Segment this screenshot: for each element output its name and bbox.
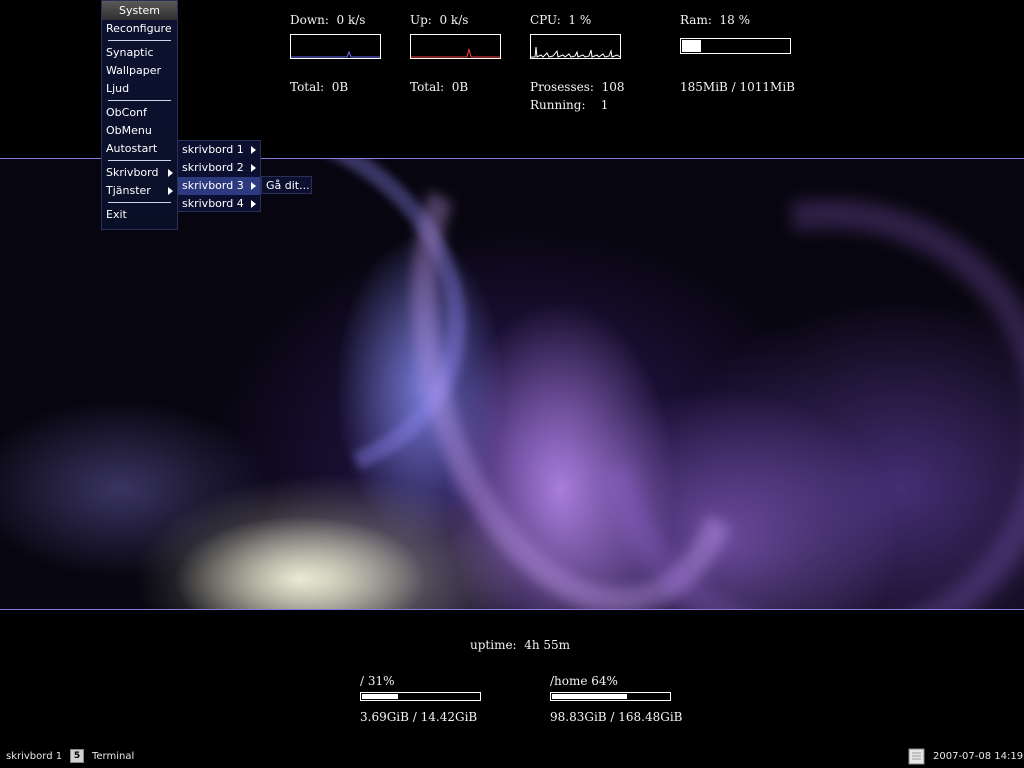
up-total: Total: 0B — [410, 80, 469, 94]
submenu-item-skrivbord-4[interactable]: skrivbord 4 — [178, 195, 260, 213]
bottom-panel: skrivbord 1 5 Terminal 2007-07-08 14:19 — [0, 744, 1024, 768]
menu-item-ljud[interactable]: Ljud — [102, 80, 177, 98]
disk-home-bar — [550, 692, 671, 701]
disk-home-label: /home 64% — [550, 674, 618, 688]
menu-item-skrivbord-label: Skrivbord — [106, 166, 159, 179]
goto-submenu[interactable]: Gå dit... — [261, 176, 312, 194]
disk-root-usage: 3.69GiB / 14.42GiB — [360, 710, 478, 724]
ram-bar — [680, 38, 791, 54]
submenu-arrow-icon — [168, 187, 173, 195]
terminal-icon[interactable]: 5 — [70, 749, 84, 763]
menu-title: System — [102, 1, 177, 20]
submenu-item-goto[interactable]: Gå dit... — [262, 177, 311, 195]
down-graph-line — [291, 50, 380, 58]
menu-item-wallpaper[interactable]: Wallpaper — [102, 62, 177, 80]
menu-item-obconf[interactable]: ObConf — [102, 104, 177, 122]
disk-root-bar — [360, 692, 481, 701]
cpu-label: CPU: 1 % — [530, 13, 592, 27]
menu-item-obmenu[interactable]: ObMenu — [102, 122, 177, 140]
submenu-item-label: skrivbord 1 — [182, 143, 244, 156]
menu-item-exit[interactable]: Exit — [102, 206, 177, 224]
disk-root-label: / 31% — [360, 674, 395, 688]
ram-label: Ram: 18 % — [680, 13, 751, 27]
submenu-arrow-icon — [251, 164, 256, 172]
submenu-item-skrivbord-2[interactable]: skrivbord 2 — [178, 159, 260, 177]
menu-item-autostart[interactable]: Autostart — [102, 140, 177, 158]
menu-item-tjanster-label: Tjänster — [106, 184, 151, 197]
system-menu[interactable]: System Reconfigure Synaptic Wallpaper Lj… — [101, 0, 178, 230]
down-total: Total: 0B — [290, 80, 349, 94]
submenu-item-skrivbord-3[interactable]: skrivbord 3 — [178, 177, 260, 195]
up-speed-label: Up: 0 k/s — [410, 13, 469, 27]
up-speed-graph — [410, 34, 501, 59]
menu-item-reconfigure[interactable]: Reconfigure — [102, 20, 177, 38]
submenu-item-label: skrivbord 2 — [182, 161, 244, 174]
down-speed-graph — [290, 34, 381, 59]
menu-item-skrivbord[interactable]: Skrivbord — [102, 164, 177, 182]
ram-bar-fill — [682, 40, 702, 52]
up-graph-line — [411, 48, 500, 58]
submenu-item-label: skrivbord 4 — [182, 197, 244, 210]
submenu-arrow-icon — [251, 146, 256, 154]
submenu-arrow-icon — [168, 169, 173, 177]
submenu-item-label: skrivbord 3 — [182, 179, 244, 192]
submenu-arrow-icon — [251, 182, 256, 190]
down-speed-label: Down: 0 k/s — [290, 13, 366, 27]
submenu-item-skrivbord-1[interactable]: skrivbord 1 — [178, 141, 260, 159]
desktop-switcher[interactable]: skrivbord 1 — [6, 751, 62, 762]
desktops-submenu[interactable]: skrivbord 1 skrivbord 2 skrivbord 3 skri… — [177, 140, 261, 212]
clock[interactable]: 2007-07-08 14:19 — [933, 751, 1023, 762]
menu-item-tjanster[interactable]: Tjänster — [102, 182, 177, 200]
ram-usage: 185MiB / 1011MiB — [680, 80, 796, 94]
menu-item-synaptic[interactable]: Synaptic — [102, 44, 177, 62]
cpu-graph-line — [531, 46, 620, 58]
disk-home-bar-fill — [552, 694, 627, 699]
tray-notepad-icon[interactable] — [906, 747, 928, 765]
disk-root-bar-fill — [362, 694, 399, 699]
uptime: uptime: 4h 55m — [470, 638, 571, 652]
submenu-arrow-icon — [251, 200, 256, 208]
cpu-graph — [530, 34, 621, 59]
running-count: Running: 1 — [530, 98, 609, 112]
processes-count: Prosesses: 108 — [530, 80, 625, 94]
disk-home-usage: 98.83GiB / 168.48GiB — [550, 710, 683, 724]
taskbar-item-terminal[interactable]: Terminal — [92, 751, 134, 762]
